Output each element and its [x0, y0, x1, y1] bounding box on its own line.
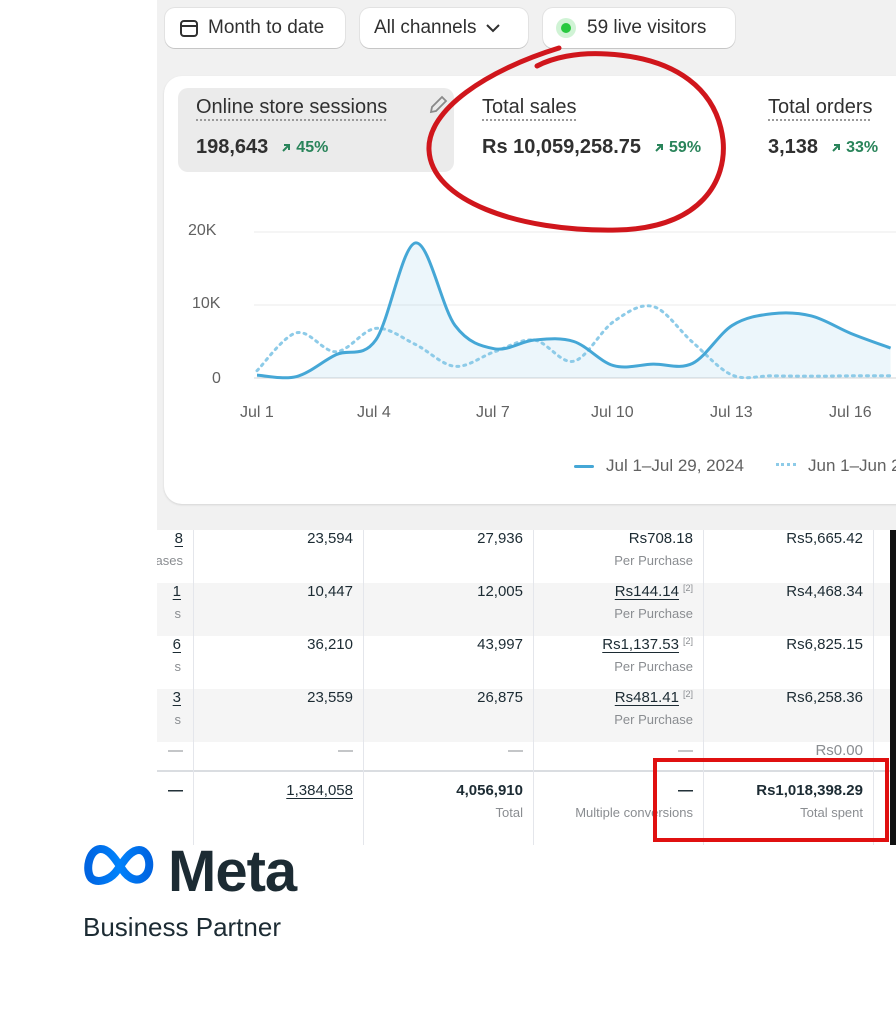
- cell-amount-spent: Rs6,825.15: [786, 636, 863, 653]
- table-row[interactable]: 6 s 36,210 43,997 Rs1,137.53 [2] Per Purcha…: [157, 636, 896, 689]
- footnote-marker: [2]: [682, 583, 693, 593]
- total-results: —: [168, 782, 183, 799]
- cell-impressions: 43,997: [477, 636, 523, 653]
- cell-cost-sub: Per Purchase: [614, 712, 693, 727]
- cell-results: 3: [172, 689, 181, 706]
- cell-cost-per-result[interactable]: Rs144.14: [615, 583, 679, 600]
- cell-cost-per-result[interactable]: Rs481.41: [615, 689, 679, 706]
- cell-cost-sub: Per Purchase: [614, 606, 693, 621]
- x-tick-label: Jul 10: [591, 404, 634, 421]
- total-impressions-sub: Total: [495, 805, 523, 820]
- cell-impressions: 27,936: [477, 530, 523, 547]
- table-row[interactable]: 8 ases 23,594 27,936 Rs708.18 Per Purchase…: [157, 530, 896, 583]
- cell-reach: 10,447: [307, 583, 353, 600]
- cell-amount-spent: Rs5,665.42: [786, 530, 863, 547]
- cell-results-sub: ases: [157, 553, 183, 568]
- cell-results: —: [168, 742, 183, 759]
- red-rectangle-highlight: [653, 758, 889, 842]
- x-tick-label: Jul 13: [710, 404, 753, 421]
- cell-cost-per-result: Rs708.18: [628, 530, 693, 547]
- meta-infinity-icon: [84, 845, 154, 885]
- cell-cost-sub: Per Purchase: [614, 553, 693, 568]
- meta-wordmark: Meta: [168, 839, 297, 904]
- analytics-dashboard: Month to date All channels 59 live visit…: [157, 0, 896, 530]
- x-tick-label: Jul 7: [476, 404, 510, 421]
- legend-previous: Jun 1–Jun 2: [776, 456, 896, 476]
- cell-cost-sub: Per Purchase: [614, 659, 693, 674]
- total-impressions: 4,056,910: [456, 782, 523, 799]
- meta-business-partner-logo: Meta Business Partner: [83, 839, 297, 942]
- legend-solid-swatch: [574, 464, 594, 468]
- cell-cost-per-result: —: [678, 742, 693, 759]
- footnote-marker: [2]: [682, 636, 693, 646]
- business-partner-label: Business Partner: [83, 912, 281, 942]
- series-area-current: [257, 242, 891, 378]
- cell-reach: 23,559: [307, 689, 353, 706]
- cell-amount-spent: Rs4,468.34: [786, 583, 863, 600]
- cell-impressions: 26,875: [477, 689, 523, 706]
- cell-reach: 36,210: [307, 636, 353, 653]
- cell-cost-per-result[interactable]: Rs1,137.53: [602, 636, 679, 653]
- cell-amount-spent: Rs6,258.36: [786, 689, 863, 706]
- cell-impressions: —: [508, 742, 523, 759]
- cell-reach: 23,594: [307, 530, 353, 547]
- cell-results: 1: [172, 583, 181, 600]
- cell-reach: —: [338, 742, 353, 759]
- cell-results-sub: s: [174, 712, 182, 727]
- footnote-marker: [2]: [682, 689, 693, 699]
- cell-amount-spent: Rs0.00: [815, 742, 863, 759]
- legend-dotted-swatch: [776, 463, 796, 469]
- cell-results: 8: [174, 530, 183, 547]
- column-divider: [193, 530, 194, 845]
- table-row[interactable]: 1 s 10,447 12,005 Rs144.14 [2] Per Purchase…: [157, 583, 896, 636]
- cell-impressions: 12,005: [477, 583, 523, 600]
- total-reach[interactable]: 1,384,058: [286, 782, 353, 799]
- screenshot-edge: [890, 530, 896, 845]
- table-row[interactable]: 3 s 23,559 26,875 Rs481.41 [2] Per Purchase…: [157, 689, 896, 742]
- column-divider: [363, 530, 364, 845]
- x-tick-label: Jul 1: [240, 404, 274, 421]
- cell-results-sub: s: [174, 659, 182, 674]
- column-divider: [533, 530, 534, 845]
- x-tick-label: Jul 16: [829, 404, 872, 421]
- x-tick-label: Jul 4: [357, 404, 391, 421]
- legend-label: Jul 1–Jul 29, 2024: [606, 456, 744, 475]
- cell-results-sub: s: [174, 606, 182, 621]
- legend-label: Jun 1–Jun 2: [808, 456, 896, 475]
- cell-results: 6: [172, 636, 181, 653]
- legend-current: Jul 1–Jul 29, 2024: [574, 456, 744, 476]
- red-circle-highlight: [426, 45, 726, 233]
